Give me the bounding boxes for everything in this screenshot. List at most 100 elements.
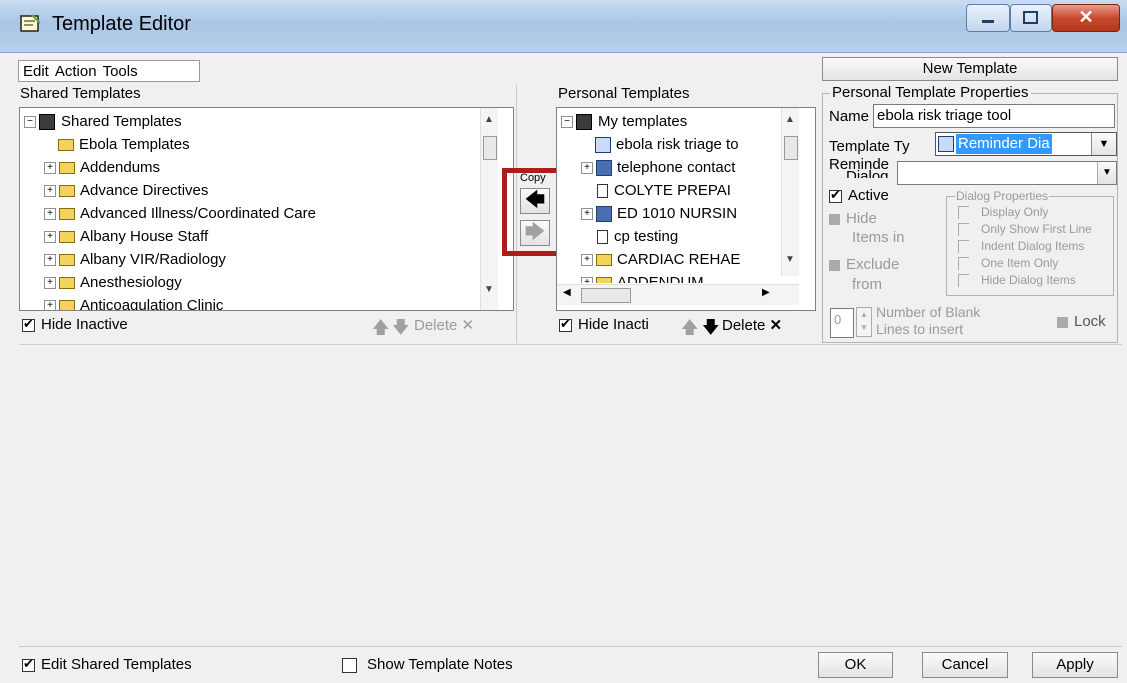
collapse-icon[interactable]: −: [561, 116, 573, 129]
new-template-button[interactable]: New Template: [822, 57, 1118, 81]
spinner-buttons[interactable]: ▲ ▼: [856, 307, 872, 337]
option-checkbox[interactable]: [958, 223, 969, 237]
scroll-thumb[interactable]: [784, 136, 798, 160]
reminder-dialog-select[interactable]: ▼: [897, 161, 1117, 185]
exclude-checkbox[interactable]: [829, 259, 840, 271]
folder-icon: [59, 208, 75, 221]
spin-up-icon[interactable]: ▲: [857, 308, 871, 321]
expand-icon[interactable]: +: [44, 231, 56, 244]
scroll-up-icon[interactable]: ▲: [484, 114, 494, 125]
hide-inactive-checkbox[interactable]: [22, 316, 35, 332]
scroll-right-icon[interactable]: ▶: [762, 287, 770, 298]
copy-to-shared-button[interactable]: 🡆: [520, 220, 550, 246]
display-only-option[interactable]: Display Only: [958, 205, 1048, 220]
personal-hide-inactive-checkbox[interactable]: [559, 316, 572, 332]
hide-items-row[interactable]: Hide: [829, 208, 877, 229]
personal-item-ebola-risk-triage[interactable]: ebola risk triage to: [595, 133, 739, 156]
personal-templates-tree[interactable]: − My templates ebola risk triage to + tele…: [556, 107, 816, 311]
shared-scrollbar[interactable]: ▲ ▼: [480, 108, 498, 310]
expand-icon[interactable]: +: [581, 208, 593, 221]
personal-vscrollbar[interactable]: ▲ ▼: [781, 108, 799, 276]
expand-icon[interactable]: +: [44, 300, 56, 310]
ok-button[interactable]: OK: [818, 652, 893, 678]
expand-icon[interactable]: +: [44, 277, 56, 290]
shared-templates-tree[interactable]: − Shared Templates Ebola Templates + Adden…: [19, 107, 514, 311]
close-button[interactable]: ✕: [1052, 4, 1120, 32]
personal-item-addendum[interactable]: + ADDENDUM: [581, 271, 704, 283]
hide-items-checkbox[interactable]: [829, 213, 840, 225]
scroll-down-icon[interactable]: ▼: [785, 254, 795, 265]
dropdown-button[interactable]: ▼: [1097, 162, 1116, 184]
template-type-select[interactable]: Reminder Dia ▼: [935, 132, 1117, 156]
personal-item-colyte-prep[interactable]: COLYTE PREPAI: [597, 179, 731, 202]
scroll-thumb[interactable]: [483, 136, 497, 160]
expand-icon[interactable]: +: [44, 254, 56, 267]
move-up-icon[interactable]: 🡅: [372, 315, 389, 344]
shared-item-albany-house-staff[interactable]: + Albany House Staff: [44, 225, 208, 248]
scroll-down-icon[interactable]: ▼: [484, 284, 494, 295]
collapse-icon[interactable]: −: [24, 116, 36, 129]
lock-row[interactable]: Lock: [1057, 313, 1106, 330]
shared-hide-inactive[interactable]: Hide Inactive: [22, 316, 128, 333]
option-checkbox[interactable]: [958, 206, 969, 220]
one-item-only-option[interactable]: One Item Only: [958, 256, 1058, 271]
indent-dialog-items-option[interactable]: Indent Dialog Items: [958, 239, 1084, 254]
option-checkbox[interactable]: [958, 274, 969, 288]
personal-hscrollbar[interactable]: ◀ ▶: [557, 284, 799, 305]
active-checkbox-row[interactable]: Active: [829, 187, 889, 204]
active-checkbox[interactable]: [829, 187, 842, 203]
edit-shared-checkbox[interactable]: [22, 656, 35, 672]
expand-icon[interactable]: +: [581, 254, 593, 267]
shared-item-anesthesiology[interactable]: + Anesthesiology: [44, 271, 182, 294]
shared-item-addendums[interactable]: + Addendums: [44, 156, 160, 179]
spin-down-icon[interactable]: ▼: [857, 321, 871, 334]
hscroll-thumb[interactable]: [581, 288, 631, 303]
apply-button[interactable]: Apply: [1032, 652, 1118, 678]
only-show-first-line-option[interactable]: Only Show First Line: [958, 222, 1092, 237]
menu-tools[interactable]: Tools: [99, 61, 140, 80]
personal-item-cardiac-rehab[interactable]: + CARDIAC REHAE: [581, 248, 740, 271]
move-up-icon[interactable]: 🡅: [681, 315, 698, 344]
personal-delete-button[interactable]: Delete ✕: [722, 316, 782, 334]
minimize-button[interactable]: [966, 4, 1010, 32]
menu-action[interactable]: Action: [51, 61, 99, 80]
personal-root-node[interactable]: − My templates: [561, 110, 687, 133]
option-checkbox[interactable]: [958, 240, 969, 254]
show-notes-checkbox[interactable]: [342, 657, 357, 673]
expand-icon[interactable]: +: [581, 277, 593, 283]
lock-checkbox[interactable]: [1057, 316, 1068, 328]
expand-icon[interactable]: +: [581, 162, 593, 175]
shared-item-advance-directives[interactable]: + Advance Directives: [44, 179, 208, 202]
cancel-button[interactable]: Cancel: [922, 652, 1008, 678]
edit-shared-templates-row[interactable]: Edit Shared Templates: [22, 656, 192, 673]
shared-item-advanced-illness[interactable]: + Advanced Illness/Coordinated Care: [44, 202, 316, 225]
expand-icon[interactable]: +: [44, 208, 56, 221]
maximize-button[interactable]: [1010, 4, 1052, 32]
dropdown-button[interactable]: ▼: [1091, 133, 1116, 155]
title-bar[interactable]: Template Editor ✕: [0, 0, 1127, 53]
expand-icon[interactable]: +: [44, 185, 56, 198]
hide-dialog-items-option[interactable]: Hide Dialog Items: [958, 273, 1076, 288]
scroll-left-icon[interactable]: ◀: [563, 287, 571, 298]
move-down-icon[interactable]: 🡇: [702, 315, 719, 344]
personal-item-telephone-contact[interactable]: + telephone contact: [581, 156, 735, 179]
option-checkbox[interactable]: [958, 257, 969, 271]
copy-to-personal-button[interactable]: 🡄: [520, 188, 550, 214]
scroll-up-icon[interactable]: ▲: [785, 114, 795, 125]
expand-icon[interactable]: +: [44, 162, 56, 175]
personal-item-cp-testing[interactable]: cp testing: [597, 225, 678, 248]
exclude-row[interactable]: Exclude: [829, 256, 899, 273]
template-text-area[interactable]: [19, 344, 1122, 647]
move-down-icon[interactable]: 🡇: [392, 315, 409, 344]
personal-hide-inactive[interactable]: Hide Inacti: [559, 316, 649, 333]
show-template-notes-row[interactable]: Show Template Notes: [342, 656, 513, 673]
personal-item-ed-1010-nursing[interactable]: + ED 1010 NURSIN: [581, 202, 737, 225]
blank-lines-spinner[interactable]: 0: [830, 308, 854, 338]
menu-edit[interactable]: Edit: [19, 61, 51, 80]
shared-item-anticoagulation[interactable]: + Anticoagulation Clinic: [44, 294, 223, 310]
name-field[interactable]: ebola risk triage tool: [873, 104, 1115, 128]
shared-item-ebola[interactable]: Ebola Templates: [58, 133, 190, 156]
shared-root-node[interactable]: − Shared Templates: [24, 110, 182, 133]
shared-item-albany-vir[interactable]: + Albany VIR/Radiology: [44, 248, 226, 271]
shared-delete-button[interactable]: Delete ✕: [414, 316, 474, 334]
